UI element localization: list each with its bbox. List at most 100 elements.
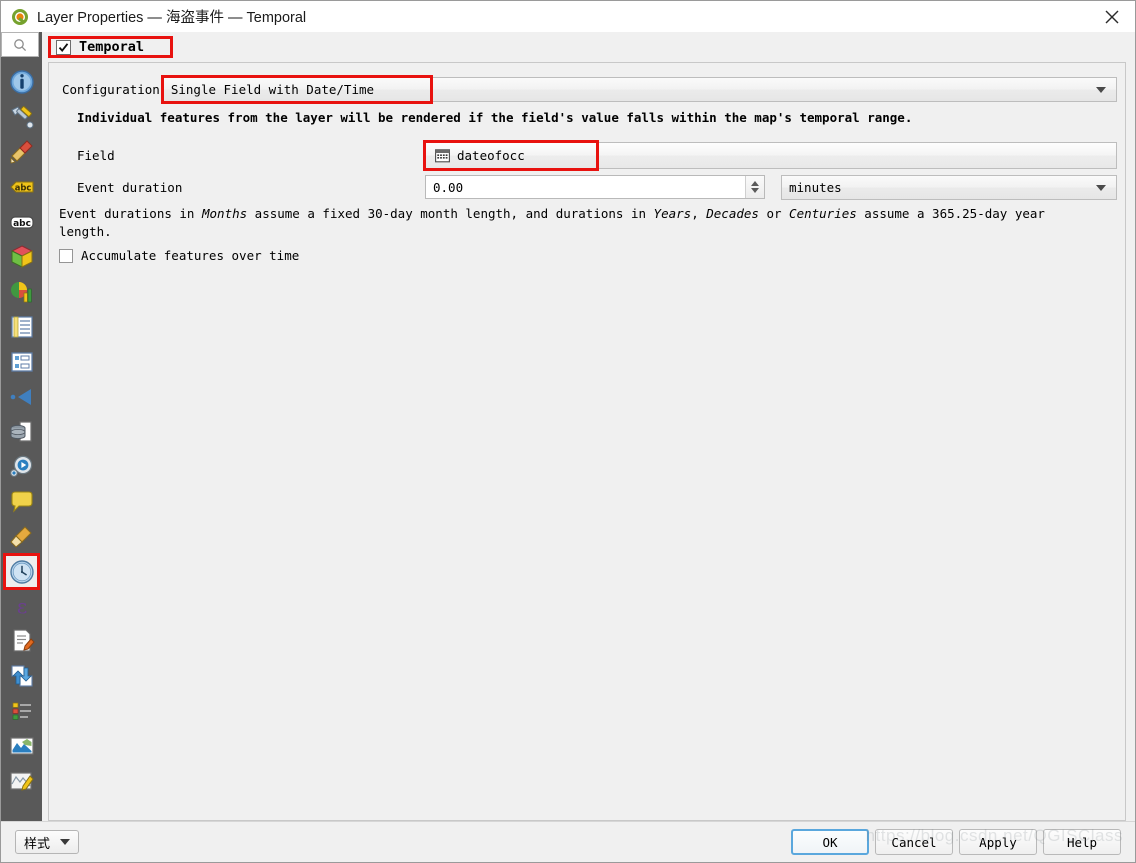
- temporal-checkbox-box[interactable]: [56, 39, 71, 55]
- table-fields-icon: [10, 316, 33, 338]
- sidebar-item-temporal[interactable]: [3, 553, 40, 590]
- spinbox-buttons[interactable]: [745, 176, 764, 198]
- temporal-group-checkbox[interactable]: Temporal: [48, 36, 174, 58]
- spin-down-icon[interactable]: [751, 188, 759, 193]
- apply-button[interactable]: Apply: [959, 829, 1037, 855]
- configuration-label: Configuration: [62, 81, 160, 97]
- configuration-row: Configuration Single Field with Date/Tim…: [49, 74, 1117, 104]
- emphasis-text: Centuries: [789, 206, 857, 221]
- configuration-value: Single Field with Date/Time: [170, 81, 375, 97]
- temporal-group-label: Temporal: [79, 39, 145, 55]
- sidebar-item-3d-view[interactable]: [5, 240, 39, 274]
- temporal-group-header: Temporal: [42, 32, 1135, 62]
- chevron-down-icon: [1096, 185, 1106, 191]
- accumulate-features-row[interactable]: Accumulate features over time: [59, 248, 299, 263]
- emphasis-text: Years: [653, 206, 692, 221]
- cancel-button[interactable]: Cancel: [875, 829, 953, 855]
- sidebar-item-digitizing[interactable]: [5, 764, 39, 798]
- sidebar-item-rendering[interactable]: [5, 520, 39, 554]
- style-button[interactable]: 样式: [15, 830, 80, 854]
- field-value: dateofocc: [457, 147, 525, 163]
- plain-text: Event durations in: [59, 206, 202, 221]
- broom-icon: [9, 526, 32, 548]
- close-icon[interactable]: [1089, 1, 1135, 32]
- chevron-down-icon: [60, 839, 71, 845]
- qgis-logo-icon: [11, 8, 29, 26]
- field-combobox[interactable]: dateofocc: [425, 141, 1117, 169]
- ok-button[interactable]: OK: [791, 829, 869, 855]
- window-title: Layer Properties — 海盗事件 — Temporal: [37, 10, 307, 26]
- legend-swatches-icon: [12, 702, 31, 720]
- paintbrush-icon: [10, 140, 33, 164]
- accumulate-label: Accumulate features over time: [81, 248, 300, 263]
- event-duration-description: Event durations in Months assume a fixed…: [59, 205, 1075, 241]
- temporal-settings-panel: Temporal Configuration Single Field with…: [42, 32, 1135, 821]
- sidebar-item-diagrams[interactable]: [5, 275, 39, 309]
- temporal-options-groupbox: Configuration Single Field with Date/Tim…: [48, 62, 1126, 821]
- configuration-combobox[interactable]: Single Field with Date/Time: [162, 76, 1117, 102]
- sidebar-item-attributes-form[interactable]: [5, 345, 39, 379]
- svg-text:abc: abc: [14, 182, 31, 192]
- sidebar-item-display[interactable]: [5, 485, 39, 519]
- style-button-label: 样式: [24, 835, 51, 851]
- clock-icon: [9, 559, 34, 584]
- pie-bar-chart-icon: [10, 282, 32, 303]
- dialog-actions: OK Cancel Apply Help: [791, 829, 1127, 855]
- event-duration-value: 0.00: [433, 179, 464, 195]
- event-duration-row: Event duration 0.00 minutes: [49, 174, 1117, 200]
- help-button[interactable]: Help: [1043, 829, 1121, 855]
- sidebar-item-masks[interactable]: abc: [5, 205, 39, 239]
- dialog-button-bar: 样式 OK Cancel Apply Help https://blog.csdn.n…: [1, 821, 1135, 862]
- sidebar-item-dependencies[interactable]: [5, 659, 39, 693]
- spin-up-icon[interactable]: [751, 181, 759, 186]
- accumulate-checkbox[interactable]: [59, 248, 73, 263]
- event-duration-spinbox[interactable]: 0.00: [425, 175, 765, 199]
- search-icon: [14, 38, 27, 51]
- plain-text: or: [758, 206, 790, 221]
- map-image-icon: [9, 737, 34, 755]
- sidebar-item-fields[interactable]: [5, 310, 39, 344]
- document-pencil-icon: [12, 629, 35, 652]
- sidebar-item-actions[interactable]: [5, 450, 39, 484]
- layer-properties-dialog: Layer Properties — 海盗事件 — Temporal abc a…: [0, 0, 1136, 863]
- form-layout-icon: [10, 352, 33, 372]
- join-arrow-icon: [10, 389, 31, 405]
- info-icon: [9, 70, 34, 94]
- settings-sidebar: abc abc ε: [1, 32, 42, 821]
- sidebar-item-joins[interactable]: [5, 380, 39, 414]
- database-page-icon: [10, 421, 32, 442]
- epsilon-icon: ε: [16, 594, 26, 618]
- sidebar-item-qgis-server[interactable]: [5, 729, 39, 763]
- map-pencil-icon: [9, 772, 34, 791]
- sidebar-item-information[interactable]: [5, 65, 39, 99]
- checkmark-icon: [58, 42, 69, 52]
- sidebar-item-symbology[interactable]: [5, 135, 39, 169]
- sync-arrows-icon: [10, 665, 33, 687]
- gear-play-icon: [9, 455, 32, 477]
- svg-text:ε: ε: [16, 594, 26, 618]
- field-label: Field: [77, 147, 115, 163]
- sidebar-item-source[interactable]: [5, 100, 39, 134]
- emphasis-text: Decades: [706, 206, 759, 221]
- event-duration-unit-combobox[interactable]: minutes: [781, 174, 1117, 200]
- cube-icon: [10, 245, 33, 268]
- field-row: Field dateofocc: [49, 139, 1117, 171]
- event-duration-unit-value: minutes: [789, 179, 842, 195]
- event-duration-label: Event duration: [77, 179, 183, 195]
- calendar-icon: [435, 148, 450, 162]
- sidebar-item-legend[interactable]: [5, 694, 39, 728]
- wrench-screwdriver-icon: [10, 106, 33, 129]
- configuration-description: Individual features from the layer will …: [77, 110, 913, 125]
- svg-text:abc: abc: [13, 219, 31, 229]
- sidebar-item-variables[interactable]: ε: [5, 589, 39, 623]
- plain-text: assume a fixed 30-day month length, and …: [247, 206, 654, 221]
- sidebar-item-labels[interactable]: abc: [5, 170, 39, 204]
- sidebar-item-auxiliary-storage[interactable]: [5, 415, 39, 449]
- sidebar-item-metadata[interactable]: [5, 624, 39, 658]
- speech-balloon-icon: [10, 491, 33, 513]
- abc-label-icon: abc: [9, 181, 34, 193]
- dialog-body: abc abc ε Temporal Configuration Single …: [1, 32, 1135, 821]
- search-input[interactable]: [1, 32, 39, 57]
- chevron-down-icon: [1096, 87, 1106, 93]
- plain-text: ,: [691, 206, 707, 221]
